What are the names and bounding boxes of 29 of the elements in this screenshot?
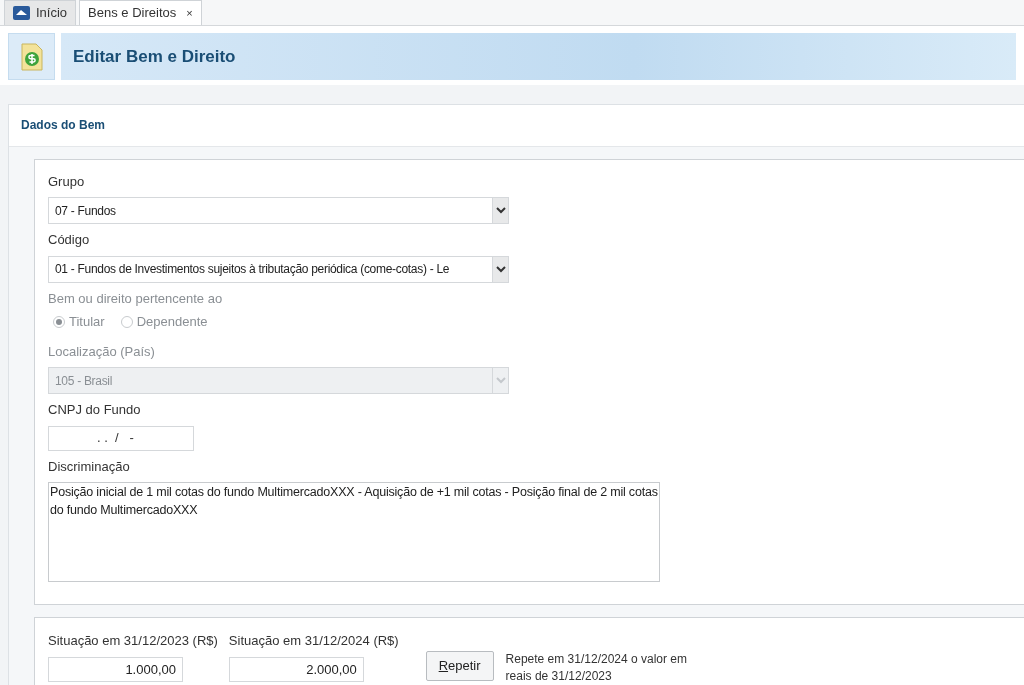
field-label: CNPJ do Fundo <box>48 401 142 419</box>
field-label: Situação em 31/12/2023 (R$) <box>48 632 218 650</box>
field-label: Grupo <box>48 172 86 191</box>
chevron-down-icon <box>495 265 506 273</box>
document-money-icon <box>20 42 43 71</box>
cnpj-input-field[interactable]: . . / - <box>48 425 194 451</box>
dropdown-value: 07 - Fundos <box>54 202 117 220</box>
dropdown-value: 01 - Fundos de Investimentos sujeitos à tributação periódica (come-cotas) - Le <box>54 261 451 278</box>
description-text-area[interactable]: Posição inicial de 1 mil cotas do fundo MultimercadoXXX - Aquisição de +1 mil cotas - Posição final de 2 mil cotas do fundo MultimercadoXXX <box>48 482 660 582</box>
repeat-hint: Repete em 31/12/2024 o valor em reais de 31/12/2023 <box>505 651 689 685</box>
amount-input-field[interactable]: 1.000,00 <box>48 656 183 682</box>
field-label: Código <box>48 231 91 249</box>
amount-input-field[interactable]: 2.000,00 <box>228 656 364 682</box>
tab[interactable]: Início <box>4 0 77 25</box>
dropdown-field[interactable]: 07 - Fundos <box>48 197 509 224</box>
dropdown-value: 105 - Brasil <box>54 372 114 390</box>
page-title: Editar Bem e Direito <box>73 45 236 68</box>
home-flag-icon <box>13 6 30 20</box>
section-title: Dados do Bem <box>9 104 1024 147</box>
tab[interactable]: Bens e Direitos × <box>79 0 202 25</box>
chevron-down-icon <box>495 207 506 214</box>
chevron-down-icon <box>495 377 506 384</box>
field-label: Bem ou direito pertencente ao <box>48 289 224 308</box>
field-label: Situação em 31/12/2024 (R$) <box>228 632 399 650</box>
field-label: Localização (País) <box>48 342 156 361</box>
field-label: Discriminação <box>48 457 131 476</box>
dropdown-field[interactable]: 01 - Fundos de Investimentos sujeitos à tributação periódica (come-cotas) - Le <box>48 255 509 283</box>
repeat-button[interactable]: Repetir <box>425 651 494 681</box>
close-icon[interactable]: × <box>186 4 193 22</box>
